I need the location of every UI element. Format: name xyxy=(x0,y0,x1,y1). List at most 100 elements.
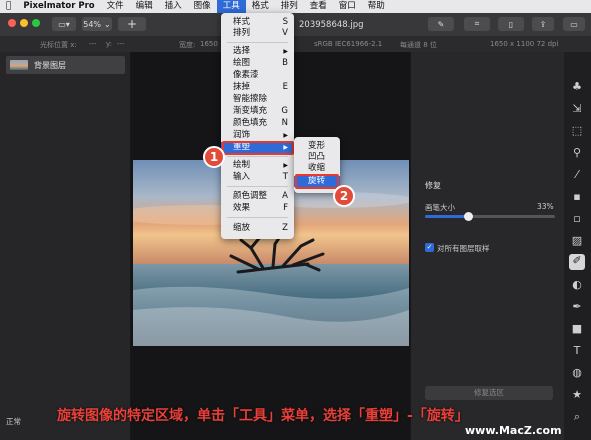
color-profile: sRGB IEC61966-2.1 xyxy=(314,40,383,48)
document-title: 203958648.jpg xyxy=(299,20,364,30)
inspector-icon: ▭ xyxy=(570,19,578,29)
menu-item-color-adjust[interactable]: 颜色调整 A xyxy=(221,191,294,202)
arrange-tool-icon[interactable]: ⇲ xyxy=(570,102,584,116)
menu-item-shortcut: T xyxy=(282,172,288,182)
menu-item-color-fill[interactable]: 颜色填充 N xyxy=(221,118,294,129)
submenu-item-bump[interactable]: 凹凸 xyxy=(294,152,340,163)
y-value: --- xyxy=(117,40,125,48)
menu-edit[interactable]: 编辑 xyxy=(130,0,159,13)
menu-item-label: 颜色填充 xyxy=(233,118,268,128)
menu-item-shortcut: B xyxy=(282,58,288,68)
layer-name: 背景图层 xyxy=(34,61,66,70)
document-button[interactable]: ▯ xyxy=(498,17,524,31)
step-2-badge: 2 xyxy=(333,185,355,207)
magic-wand-icon[interactable]: ⚲ xyxy=(570,146,584,160)
menu-item-retouch[interactable]: 润饰 ▶ xyxy=(221,130,294,141)
tool-strip: ♣ ⇲ ⬚ ⚲ ⁄ ▪ ▫ ▨ ✐ ◐ ✒ ■ T ◍ ★ ⌕ xyxy=(564,52,591,440)
brush-size-slider[interactable] xyxy=(425,212,555,221)
style-tool-icon[interactable]: ♣ xyxy=(570,80,584,94)
pen-tool-button[interactable]: ✎ xyxy=(428,17,454,31)
effects-icon[interactable]: ★ xyxy=(570,388,584,402)
step-1-badge: 1 xyxy=(203,146,225,168)
shape-tool-icon[interactable]: ■ xyxy=(570,322,584,336)
share-icon: ⇪ xyxy=(539,19,547,29)
brush-size-value: 33% xyxy=(537,202,554,211)
minimize-button[interactable] xyxy=(20,19,28,27)
color-adjust-icon[interactable]: ◍ xyxy=(570,366,584,380)
pixel-icon[interactable]: ▪ xyxy=(570,190,584,204)
brush-size-slider-knob[interactable] xyxy=(463,212,473,221)
layer-row[interactable]: 背景图层 xyxy=(6,56,125,74)
sample-all-layers-checkbox[interactable]: ✓ xyxy=(425,243,434,252)
share-button[interactable]: ⇪ xyxy=(532,17,554,31)
menu-view[interactable]: 查看 xyxy=(304,0,333,13)
submenu-item-warp[interactable]: 变形 xyxy=(294,141,340,152)
menu-item-draw[interactable]: 绘制 ▶ xyxy=(221,160,294,171)
menu-item-label: 绘图 xyxy=(233,58,251,68)
menu-item-label: 渐变填充 xyxy=(233,106,268,116)
menu-arrange[interactable]: 排列 xyxy=(275,0,304,13)
menu-file[interactable]: 文件 xyxy=(101,0,130,13)
submenu-arrow-icon: ▶ xyxy=(283,162,288,169)
menu-image[interactable]: 图像 xyxy=(188,0,217,13)
menu-item-select[interactable]: 选择 ▶ xyxy=(221,46,294,57)
blend-mode-select[interactable]: 正常 xyxy=(6,416,46,428)
menu-item-paint[interactable]: 绘图 B xyxy=(221,58,294,69)
info-bar: 光标位置 x: --- y: --- 宽度: 1650 sRGB IEC6196… xyxy=(0,37,591,52)
menu-item-gradient[interactable]: 渐变填充 G xyxy=(221,106,294,117)
menu-item-style[interactable]: 样式 S xyxy=(221,17,294,28)
menu-app[interactable]: Pixelmator Pro xyxy=(17,0,100,13)
watermark: www.MacZ.com xyxy=(465,424,562,437)
add-button[interactable]: + xyxy=(118,17,146,31)
menu-tools[interactable]: 工具 xyxy=(216,0,246,13)
menu-item-label: 像素漆 xyxy=(233,70,259,80)
apple-icon[interactable]:  xyxy=(0,0,17,13)
submenu-item-pinch[interactable]: 收缩 xyxy=(294,163,340,174)
inspector-toggle-button[interactable]: ▭ xyxy=(563,17,585,31)
menu-item-shortcut: E xyxy=(282,82,288,92)
menu-item-shortcut: V xyxy=(282,28,288,38)
crop-button[interactable]: ⌗ xyxy=(464,17,490,31)
menu-item-type[interactable]: 输入 T xyxy=(221,172,294,183)
menu-bar:  Pixelmator Pro 文件 编辑 插入 图像 工具 格式 排列 查看… xyxy=(0,0,591,13)
menu-item-zoom[interactable]: 缩放 Z xyxy=(221,223,294,234)
zoom-dropdown[interactable]: 54% ⌄ xyxy=(82,17,112,31)
plus-icon: + xyxy=(126,17,138,31)
menu-help[interactable]: 帮助 xyxy=(362,0,391,13)
pen-icon: ✎ xyxy=(437,19,445,29)
gradient-icon[interactable]: ▨ xyxy=(570,234,584,248)
panel-title: 修复 xyxy=(425,181,441,190)
selection-tool-icon[interactable]: ⬚ xyxy=(570,124,584,138)
reshape-highlight-box xyxy=(222,141,294,155)
menu-item-label: 排列 xyxy=(233,28,251,38)
menu-insert[interactable]: 插入 xyxy=(159,0,188,13)
menu-item-effects[interactable]: 效果 F xyxy=(221,203,294,214)
close-button[interactable] xyxy=(8,19,16,27)
paint-brush-icon[interactable]: ⁄ xyxy=(570,168,584,182)
zoom-window-button[interactable] xyxy=(32,19,40,27)
zoom-tool-icon[interactable]: ⌕ xyxy=(570,410,584,424)
zoom-value: 54% xyxy=(83,19,102,29)
sidebar-toggle-button[interactable]: ▭▾ xyxy=(52,17,76,31)
repair-selection-button[interactable]: 修复选区 xyxy=(425,386,553,400)
menu-item-label: 智能擦除 xyxy=(233,94,268,104)
menu-item-erase[interactable]: 抹掉 E xyxy=(221,82,294,93)
reshape-tool-icon[interactable]: ◐ xyxy=(570,278,584,292)
sample-all-layers-label: 对所有图层取样 xyxy=(437,244,490,253)
menu-separator xyxy=(227,156,288,157)
menu-item-shortcut: F xyxy=(283,203,288,213)
menu-item-smart-erase[interactable]: 智能擦除 xyxy=(221,94,294,105)
bit-depth: 每通道 8 位 xyxy=(400,41,437,49)
menu-item-label: 选择 xyxy=(233,46,251,56)
menu-item-label: 变形 xyxy=(308,141,326,151)
blend-mode-value: 正常 xyxy=(6,417,21,426)
menu-item-pixel[interactable]: 像素漆 xyxy=(221,70,294,81)
eraser-icon[interactable]: ▫ xyxy=(570,212,584,226)
twirl-highlight-box xyxy=(295,174,339,189)
retouch-tool-icon[interactable]: ✐ xyxy=(569,254,585,270)
menu-window[interactable]: 窗口 xyxy=(333,0,362,13)
text-tool-icon[interactable]: T xyxy=(570,344,584,358)
pen-tool-icon[interactable]: ✒ xyxy=(570,300,584,314)
menu-item-arrange[interactable]: 排列 V xyxy=(221,28,294,39)
menu-format[interactable]: 格式 xyxy=(246,0,275,13)
